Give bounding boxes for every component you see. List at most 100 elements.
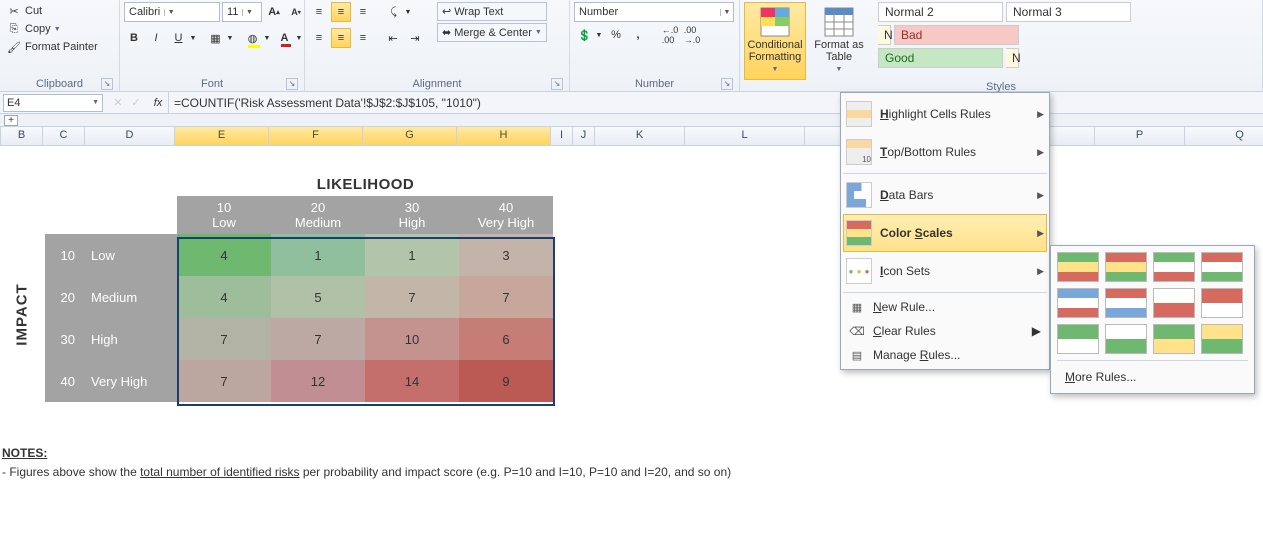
italic-button[interactable]: I	[146, 28, 166, 48]
align-center-button[interactable]: ≡	[331, 28, 351, 48]
matrix-cell[interactable]: 7	[177, 360, 271, 402]
fill-color-button[interactable]: ◍ ▼	[242, 28, 272, 48]
formula-input[interactable]: =COUNTIF('Risk Assessment Data'!$J$2:$J$…	[168, 92, 1263, 113]
data-bars-item[interactable]: Data Bars ▶	[843, 176, 1047, 214]
icon-sets-item[interactable]: ●●● Icon Sets ▶	[843, 252, 1047, 290]
wrap-text-button[interactable]: ↩ Wrap Text	[437, 2, 547, 21]
highlight-cells-icon	[846, 101, 872, 127]
style-normal3[interactable]: Normal 3	[1006, 2, 1131, 22]
cancel-icon[interactable]: ✕	[110, 96, 126, 109]
format-painter-button[interactable]: 🖌 Format Painter	[4, 38, 100, 56]
matrix-cell[interactable]: 14	[365, 360, 459, 402]
matrix-cell[interactable]: 3	[459, 234, 553, 276]
number-format-combo[interactable]: Number▼	[574, 2, 734, 22]
outline-expand-button[interactable]: +	[4, 115, 18, 126]
increase-indent-button[interactable]: ⇥	[405, 28, 425, 48]
matrix-cell[interactable]: 1	[365, 234, 459, 276]
column-header-D[interactable]: D	[85, 127, 175, 145]
matrix-cell[interactable]: 12	[271, 360, 365, 402]
dialog-launcher-icon[interactable]: ↘	[101, 78, 113, 90]
merge-center-button[interactable]: ⬌ Merge & Center ▼	[437, 23, 547, 42]
decrease-decimal-button[interactable]: .00→.0	[682, 25, 702, 45]
shrink-font-button[interactable]: A▾	[286, 2, 306, 22]
enter-icon[interactable]: ✓	[128, 96, 144, 109]
font-size-combo[interactable]: 11▼	[222, 2, 262, 22]
grow-font-button[interactable]: A▴	[264, 2, 284, 22]
color-scale-option[interactable]	[1201, 288, 1243, 318]
font-color-button[interactable]: A ▼	[274, 28, 304, 48]
conditional-formatting-button[interactable]: Conditional Formatting ▼	[744, 2, 806, 80]
column-header-Q[interactable]: Q	[1185, 127, 1263, 145]
color-scale-option[interactable]	[1105, 324, 1147, 354]
color-scale-option[interactable]	[1153, 252, 1195, 282]
percent-button[interactable]: %	[606, 25, 626, 45]
column-header-J[interactable]: J	[573, 127, 595, 145]
color-scale-option[interactable]	[1057, 288, 1099, 318]
column-header-I[interactable]: I	[551, 127, 573, 145]
matrix-cell[interactable]: 7	[271, 318, 365, 360]
color-scale-option[interactable]	[1105, 252, 1147, 282]
underline-button[interactable]: U▼	[168, 28, 198, 48]
color-scale-option[interactable]	[1153, 288, 1195, 318]
color-scale-option[interactable]	[1057, 324, 1099, 354]
clear-rules-item[interactable]: ⌫ Clear Rules ▶	[843, 319, 1047, 343]
format-as-table-button[interactable]: Format as Table ▼	[808, 2, 870, 80]
column-header-H[interactable]: H	[457, 127, 551, 145]
align-bottom-button[interactable]: ≡	[353, 2, 373, 22]
bold-button[interactable]: B	[124, 28, 144, 48]
copy-button[interactable]: ⎘ Copy ▼	[4, 20, 63, 38]
matrix-cell[interactable]: 4	[177, 276, 271, 318]
decrease-indent-button[interactable]: ⇤	[383, 28, 403, 48]
style-normal2[interactable]: Normal 2	[878, 2, 1003, 22]
comma-button[interactable]: ,	[628, 25, 648, 45]
new-rule-item[interactable]: ▦ New Rule...	[843, 295, 1047, 319]
column-header-E[interactable]: E	[175, 127, 269, 145]
font-name-combo[interactable]: Calibri▼	[124, 2, 220, 22]
color-scale-option[interactable]	[1153, 324, 1195, 354]
orientation-button[interactable]: ⤹▼	[383, 2, 413, 22]
align-left-button[interactable]: ≡	[309, 28, 329, 48]
align-top-button[interactable]: ≡	[309, 2, 329, 22]
cell-styles-gallery[interactable]: Normal 2 Normal 3 N Bad Good N	[878, 2, 1138, 68]
align-middle-button[interactable]: ≡	[331, 2, 351, 22]
matrix-cell[interactable]: 9	[459, 360, 553, 402]
align-right-button[interactable]: ≡	[353, 28, 373, 48]
increase-decimal-button[interactable]: ←.0.00	[660, 25, 680, 45]
style-more[interactable]: N	[878, 25, 891, 45]
accounting-format-button[interactable]: 💲▼	[574, 25, 604, 45]
color-scales-item[interactable]: Color Scales ▶	[843, 214, 1047, 252]
style-good[interactable]: Good	[878, 48, 1003, 68]
top-bottom-rules-item[interactable]: 10 Top/Bottom Rules ▶	[843, 133, 1047, 171]
style-more2[interactable]: N	[1006, 48, 1019, 68]
matrix-cell[interactable]: 1	[271, 234, 365, 276]
more-rules-item[interactable]: More Rules...	[1057, 367, 1248, 387]
highlight-cells-rules-item[interactable]: Highlight Cells Rules ▶	[843, 95, 1047, 133]
border-button[interactable]: ▦▼	[205, 28, 235, 48]
matrix-cell[interactable]: 5	[271, 276, 365, 318]
color-scale-option[interactable]	[1201, 324, 1243, 354]
column-header-B[interactable]: B	[1, 127, 43, 145]
style-bad[interactable]: Bad	[894, 25, 1019, 45]
manage-rules-item[interactable]: ▤ Manage Rules...	[843, 343, 1047, 367]
column-header-G[interactable]: G	[363, 127, 457, 145]
fx-button[interactable]: fx	[148, 97, 168, 109]
name-box[interactable]: E4▼	[3, 94, 103, 112]
column-header-P[interactable]: P	[1095, 127, 1185, 145]
matrix-cell[interactable]: 4	[177, 234, 271, 276]
dialog-launcher-icon[interactable]: ↘	[551, 78, 563, 90]
matrix-cell[interactable]: 7	[177, 318, 271, 360]
matrix-cell[interactable]: 7	[365, 276, 459, 318]
dialog-launcher-icon[interactable]: ↘	[286, 78, 298, 90]
dialog-launcher-icon[interactable]: ↘	[721, 78, 733, 90]
matrix-cell[interactable]: 7	[459, 276, 553, 318]
column-header-K[interactable]: K	[595, 127, 685, 145]
cut-button[interactable]: ✂ Cut	[4, 2, 44, 20]
column-header-C[interactable]: C	[43, 127, 85, 145]
color-scale-option[interactable]	[1105, 288, 1147, 318]
column-header-L[interactable]: L	[685, 127, 805, 145]
color-scale-option[interactable]	[1201, 252, 1243, 282]
matrix-cell[interactable]: 6	[459, 318, 553, 360]
color-scale-option[interactable]	[1057, 252, 1099, 282]
column-header-F[interactable]: F	[269, 127, 363, 145]
matrix-cell[interactable]: 10	[365, 318, 459, 360]
